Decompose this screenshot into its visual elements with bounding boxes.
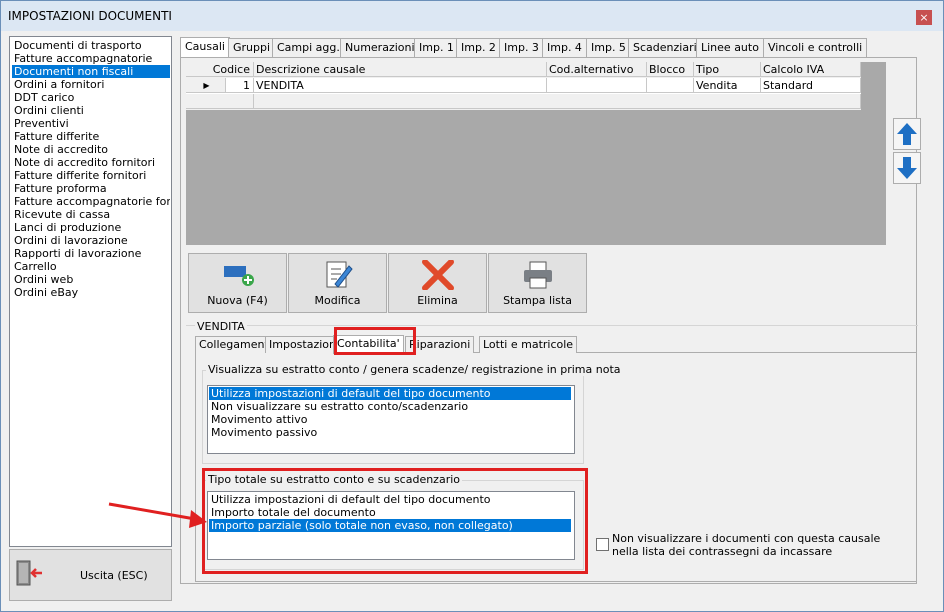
list-item[interactable]: Ordini a fornitori bbox=[12, 78, 170, 91]
estratto-frame-title: Visualizza su estratto conto / genera sc… bbox=[206, 363, 623, 376]
list-item[interactable]: Note di accredito fornitori bbox=[12, 156, 170, 169]
move-up-button[interactable] bbox=[893, 118, 921, 150]
list-item[interactable]: Ricevute di cassa bbox=[12, 208, 170, 221]
row-indicator: ▶ bbox=[186, 78, 226, 93]
list-item[interactable]: Lanci di produzione bbox=[12, 221, 170, 234]
tab-numerazioni[interactable]: Numerazioni bbox=[340, 38, 420, 57]
edit-button[interactable]: Modifica bbox=[288, 253, 387, 313]
table-cell[interactable] bbox=[547, 78, 647, 93]
exit-button-label: Uscita (ESC) bbox=[80, 569, 148, 582]
grid-header: Codice Descrizione causale Cod.alternativo… bbox=[186, 62, 861, 78]
pointer-arrow bbox=[108, 502, 207, 528]
column-header[interactable]: Tipo bbox=[694, 62, 761, 77]
list-item[interactable]: Preventivi bbox=[12, 117, 170, 130]
delete-button-label: Elimina bbox=[417, 294, 458, 307]
tab-imp-4[interactable]: Imp. 4 bbox=[542, 38, 587, 57]
list-item[interactable]: Fatture accompagnatorie bbox=[12, 52, 170, 65]
list-item[interactable]: Documenti non fiscali bbox=[12, 65, 170, 78]
delete-x-icon bbox=[421, 259, 454, 291]
printer-icon bbox=[523, 261, 552, 289]
print-list-button-label: Stampa lista bbox=[503, 294, 572, 307]
arrow-up-icon bbox=[897, 123, 917, 145]
table-cell[interactable]: 1 bbox=[226, 78, 254, 93]
detail-group-title: VENDITA bbox=[195, 320, 247, 333]
list-item[interactable]: Ordini di lavorazione bbox=[12, 234, 170, 247]
table-new-row[interactable] bbox=[186, 94, 861, 110]
list-item[interactable]: Note di accredito bbox=[12, 143, 170, 156]
column-header[interactable]: Codice bbox=[186, 62, 254, 77]
row-indicator bbox=[186, 94, 254, 109]
tab-causali[interactable]: Causali bbox=[180, 37, 230, 58]
detail-group-border bbox=[186, 325, 918, 326]
new-row-cell[interactable] bbox=[254, 94, 861, 109]
list-item[interactable]: Ordini web bbox=[12, 273, 170, 286]
highlight-box-tipo-totale bbox=[202, 468, 588, 574]
tab-campi-agg[interactable]: Campi agg. bbox=[272, 38, 345, 57]
new-button-label: Nuova (F4) bbox=[207, 294, 268, 307]
arrow-down-icon bbox=[897, 157, 917, 179]
list-item[interactable]: Ordini clienti bbox=[12, 104, 170, 117]
new-button[interactable]: Nuova (F4) bbox=[188, 253, 287, 313]
new-record-icon bbox=[223, 266, 254, 286]
tab-vincoli-e-controlli[interactable]: Vincoli e controlli bbox=[763, 38, 868, 57]
table-cell[interactable]: Standard bbox=[761, 78, 861, 93]
list-item[interactable]: Fatture differite bbox=[12, 130, 170, 143]
list-item[interactable]: Fatture proforma bbox=[12, 182, 170, 195]
delete-button[interactable]: Elimina bbox=[388, 253, 487, 313]
tab-imp-1[interactable]: Imp. 1 bbox=[414, 38, 459, 57]
highlight-box-tab bbox=[334, 327, 416, 355]
subtab-lotti-e-matricole[interactable]: Lotti e matricole bbox=[479, 336, 578, 353]
table-cell[interactable]: Vendita bbox=[694, 78, 761, 93]
column-header[interactable]: Cod.alternativo bbox=[547, 62, 647, 77]
print-list-button[interactable]: Stampa lista bbox=[488, 253, 587, 313]
subtab-impostazioni[interactable]: Impostazioni bbox=[265, 336, 344, 353]
move-down-button[interactable] bbox=[893, 152, 921, 184]
window-title: IMPOSTAZIONI DOCUMENTI bbox=[8, 9, 172, 23]
list-item[interactable]: Ordini eBay bbox=[12, 286, 170, 299]
tab-linee-auto[interactable]: Linee auto bbox=[696, 38, 764, 57]
column-header[interactable]: Descrizione causale bbox=[254, 62, 547, 77]
subtab-collegamenti[interactable]: Collegamenti bbox=[195, 336, 276, 353]
contrassegni-checkbox[interactable] bbox=[596, 538, 609, 551]
list-item[interactable]: Rapporti di lavorazione bbox=[12, 247, 170, 260]
contrassegni-checkbox-label: Non visualizzare i documenti con questa … bbox=[612, 532, 881, 558]
column-header[interactable]: Calcolo IVA bbox=[761, 62, 861, 77]
list-item[interactable]: Movimento attivo bbox=[209, 413, 571, 426]
estratto-listbox[interactable]: Utilizza impostazioni di default del tip… bbox=[207, 385, 575, 454]
table-cell[interactable] bbox=[647, 78, 694, 93]
edit-document-icon bbox=[326, 261, 353, 288]
table-cell[interactable]: VENDITA bbox=[254, 78, 547, 93]
edit-button-label: Modifica bbox=[314, 294, 361, 307]
list-item[interactable]: Documenti di trasporto bbox=[12, 39, 170, 52]
list-item[interactable]: Utilizza impostazioni di default del tip… bbox=[209, 387, 571, 400]
tab-gruppi[interactable]: Gruppi bbox=[228, 38, 276, 57]
list-item[interactable]: DDT carico bbox=[12, 91, 170, 104]
list-item[interactable]: Movimento passivo bbox=[209, 426, 571, 439]
list-item[interactable]: Fatture differite fornitori bbox=[12, 169, 170, 182]
document-type-list[interactable]: Documenti di trasporto Fatture accompagna… bbox=[9, 36, 172, 547]
tab-imp-5[interactable]: Imp. 5 bbox=[586, 38, 631, 57]
column-header[interactable]: Blocco bbox=[647, 62, 694, 77]
exit-door-icon bbox=[16, 560, 42, 586]
table-row[interactable]: ▶ 1 VENDITA Vendita Standard bbox=[186, 78, 861, 94]
list-item[interactable]: Fatture accompagnatorie fornito bbox=[12, 195, 170, 208]
list-item[interactable]: Non visualizzare su estratto conto/scade… bbox=[209, 400, 571, 413]
tab-imp-2[interactable]: Imp. 2 bbox=[456, 38, 501, 57]
tab-imp-3[interactable]: Imp. 3 bbox=[499, 38, 544, 57]
close-button[interactable]: × bbox=[916, 10, 932, 25]
list-item[interactable]: Carrello bbox=[12, 260, 170, 273]
